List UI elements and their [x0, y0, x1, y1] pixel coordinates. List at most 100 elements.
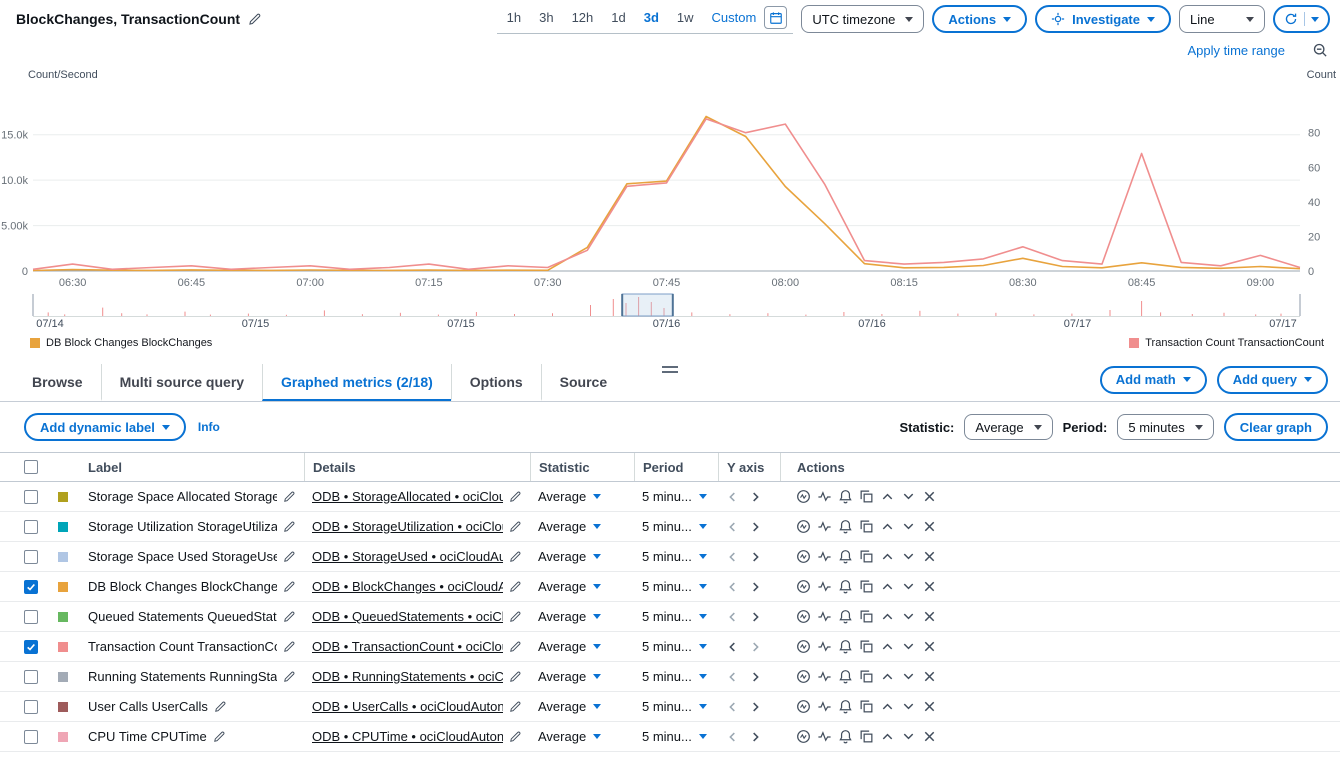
- edit-details-icon[interactable]: [509, 670, 522, 683]
- move-right-axis-icon[interactable]: [748, 550, 762, 564]
- move-down-icon[interactable]: [901, 669, 916, 684]
- anomaly-detection-icon[interactable]: [796, 489, 811, 504]
- remove-icon[interactable]: [922, 669, 937, 684]
- move-left-axis-icon[interactable]: [726, 490, 740, 504]
- move-down-icon[interactable]: [901, 489, 916, 504]
- duplicate-icon[interactable]: [859, 519, 874, 534]
- statistic-dropdown[interactable]: Average: [530, 669, 634, 684]
- move-right-axis-icon[interactable]: [748, 730, 762, 744]
- select-all-checkbox[interactable]: [24, 460, 38, 474]
- move-down-icon[interactable]: [901, 549, 916, 564]
- row-checkbox[interactable]: [24, 520, 38, 534]
- apply-time-range-link[interactable]: Apply time range: [1187, 43, 1285, 58]
- metric-details-link[interactable]: ODB • TransactionCount • ociCloudAuton: [312, 639, 503, 654]
- actions-button[interactable]: Actions: [932, 5, 1027, 33]
- time-range-3d[interactable]: 3d: [636, 8, 667, 27]
- anomaly-detection-icon[interactable]: [796, 609, 811, 624]
- metric-details-link[interactable]: ODB • QueuedStatements • ociCloudAutc: [312, 609, 503, 624]
- edit-details-icon[interactable]: [509, 640, 522, 653]
- time-range-1w[interactable]: 1w: [669, 8, 702, 27]
- clear-graph-button[interactable]: Clear graph: [1224, 413, 1328, 441]
- anomaly-detection-icon[interactable]: [796, 519, 811, 534]
- remove-icon[interactable]: [922, 519, 937, 534]
- move-up-icon[interactable]: [880, 489, 895, 504]
- alarm-bell-icon[interactable]: [838, 639, 853, 654]
- tab-source[interactable]: Source: [541, 364, 625, 401]
- legend-transactioncount[interactable]: Transaction Count TransactionCount: [1129, 337, 1324, 349]
- move-down-icon[interactable]: [901, 579, 916, 594]
- metric-details-link[interactable]: ODB • UserCalls • ociCloudAutonomousVI: [312, 699, 503, 714]
- anomaly-detection-icon[interactable]: [796, 729, 811, 744]
- time-range-3h[interactable]: 3h: [531, 8, 561, 27]
- tab-graphed-metrics-2-18[interactable]: Graphed metrics (2/18): [262, 364, 451, 401]
- edit-details-icon[interactable]: [509, 490, 522, 503]
- pulse-icon[interactable]: [817, 549, 832, 564]
- edit-label-icon[interactable]: [283, 550, 296, 563]
- duplicate-icon[interactable]: [859, 699, 874, 714]
- edit-title-icon[interactable]: [248, 12, 262, 26]
- time-range-12h[interactable]: 12h: [564, 8, 602, 27]
- info-link[interactable]: Info: [198, 420, 220, 434]
- move-left-axis-icon[interactable]: [726, 640, 740, 654]
- edit-label-icon[interactable]: [283, 520, 296, 533]
- zoom-out-icon[interactable]: [1313, 43, 1328, 58]
- alarm-bell-icon[interactable]: [838, 669, 853, 684]
- duplicate-icon[interactable]: [859, 549, 874, 564]
- statistic-dropdown[interactable]: Average: [530, 609, 634, 624]
- edit-label-icon[interactable]: [213, 730, 226, 743]
- add-dynamic-label-button[interactable]: Add dynamic label: [24, 413, 186, 441]
- tab-browse[interactable]: Browse: [14, 364, 101, 401]
- metric-details-link[interactable]: ODB • CPUTime • ociCloudAutonomousVI: [312, 729, 503, 744]
- period-dropdown[interactable]: 5 minu...: [634, 489, 718, 504]
- period-dropdown[interactable]: 5 minu...: [634, 729, 718, 744]
- move-left-axis-icon[interactable]: [726, 520, 740, 534]
- pulse-icon[interactable]: [817, 489, 832, 504]
- row-checkbox[interactable]: [24, 730, 38, 744]
- move-right-axis-icon[interactable]: [748, 640, 762, 654]
- add-query-button[interactable]: Add query: [1217, 366, 1328, 394]
- move-up-icon[interactable]: [880, 519, 895, 534]
- duplicate-icon[interactable]: [859, 729, 874, 744]
- pulse-icon[interactable]: [817, 609, 832, 624]
- move-left-axis-icon[interactable]: [726, 730, 740, 744]
- move-right-axis-icon[interactable]: [748, 700, 762, 714]
- row-checkbox[interactable]: [24, 610, 38, 624]
- timeline-brush[interactable]: [0, 292, 1340, 318]
- move-up-icon[interactable]: [880, 729, 895, 744]
- statistic-dropdown[interactable]: Average: [530, 639, 634, 654]
- pulse-icon[interactable]: [817, 669, 832, 684]
- row-checkbox[interactable]: [24, 700, 38, 714]
- anomaly-detection-icon[interactable]: [796, 549, 811, 564]
- alarm-bell-icon[interactable]: [838, 579, 853, 594]
- edit-label-icon[interactable]: [283, 610, 296, 623]
- chart-type-select[interactable]: Line: [1179, 5, 1265, 33]
- legend-blockchanges[interactable]: DB Block Changes BlockChanges: [30, 337, 212, 349]
- move-down-icon[interactable]: [901, 699, 916, 714]
- remove-icon[interactable]: [922, 639, 937, 654]
- refresh-button[interactable]: [1273, 5, 1330, 33]
- anomaly-detection-icon[interactable]: [796, 579, 811, 594]
- add-math-button[interactable]: Add math: [1100, 366, 1207, 394]
- move-up-icon[interactable]: [880, 669, 895, 684]
- row-checkbox[interactable]: [24, 490, 38, 504]
- move-left-axis-icon[interactable]: [726, 670, 740, 684]
- pulse-icon[interactable]: [817, 639, 832, 654]
- anomaly-detection-icon[interactable]: [796, 639, 811, 654]
- move-right-axis-icon[interactable]: [748, 610, 762, 624]
- move-up-icon[interactable]: [880, 579, 895, 594]
- row-checkbox[interactable]: [24, 550, 38, 564]
- edit-details-icon[interactable]: [509, 580, 522, 593]
- duplicate-icon[interactable]: [859, 669, 874, 684]
- move-down-icon[interactable]: [901, 729, 916, 744]
- metric-details-link[interactable]: ODB • StorageUsed • ociCloudAutonomo: [312, 549, 503, 564]
- pulse-icon[interactable]: [817, 519, 832, 534]
- move-down-icon[interactable]: [901, 519, 916, 534]
- metric-details-link[interactable]: ODB • StorageUtilization • ociCloudAutor: [312, 519, 503, 534]
- alarm-bell-icon[interactable]: [838, 729, 853, 744]
- period-dropdown[interactable]: 5 minu...: [634, 519, 718, 534]
- metric-details-link[interactable]: ODB • BlockChanges • ociCloudAutonom: [312, 579, 503, 594]
- period-dropdown[interactable]: 5 minu...: [634, 699, 718, 714]
- period-dropdown[interactable]: 5 minu...: [634, 579, 718, 594]
- remove-icon[interactable]: [922, 579, 937, 594]
- statistic-dropdown[interactable]: Average: [530, 549, 634, 564]
